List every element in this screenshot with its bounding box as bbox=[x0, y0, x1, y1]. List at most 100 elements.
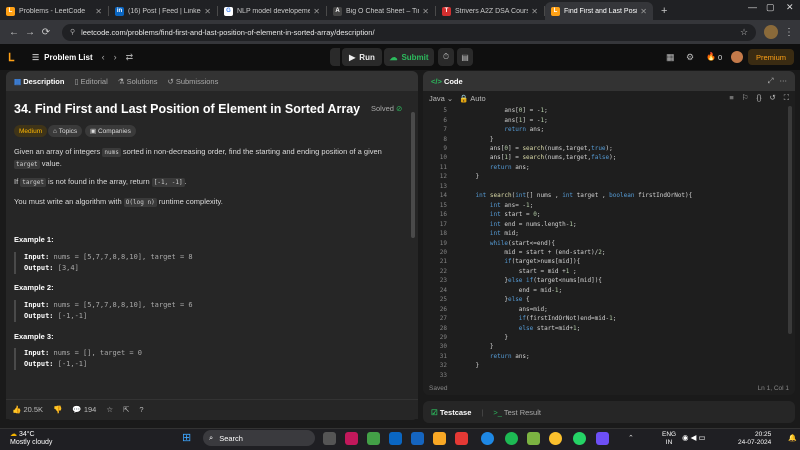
code-line[interactable]: 5 ans[0] = -1; bbox=[425, 106, 785, 115]
code-line[interactable]: 29 } bbox=[425, 333, 785, 342]
code-line[interactable]: 33 bbox=[425, 371, 785, 380]
code-line[interactable]: 27 if(firstIndOrNot)end=mid-1; bbox=[425, 314, 785, 323]
browser-tab[interactable]: T Strivers A2Z DSA Course/S✕ bbox=[436, 2, 544, 20]
language-select[interactable]: Java ⌄ bbox=[429, 94, 453, 103]
file-explorer-icon[interactable] bbox=[433, 432, 446, 445]
close-tab-icon[interactable]: ✕ bbox=[313, 7, 320, 16]
code-line[interactable]: 28 else start=mid+1; bbox=[425, 323, 785, 332]
back-icon[interactable]: ← bbox=[6, 27, 22, 38]
linkedin-taskbar-icon[interactable] bbox=[389, 432, 402, 445]
submit-button[interactable]: ☁ Submit bbox=[384, 48, 434, 66]
code-line[interactable]: 17 int end = nums.length-1; bbox=[425, 219, 785, 228]
code-line[interactable]: 30 } bbox=[425, 342, 785, 351]
layout-icon[interactable]: ▦ bbox=[666, 52, 675, 63]
notifications-icon[interactable]: 🔔 bbox=[788, 434, 797, 442]
favorite-star-icon[interactable]: ☆ bbox=[106, 405, 113, 414]
reset-icon[interactable]: ↺ bbox=[769, 93, 775, 103]
leetcode-logo-icon[interactable]: ᒪ bbox=[8, 51, 20, 64]
code-line[interactable]: 9 ans[0] = search(nums,target,true); bbox=[425, 144, 785, 153]
code-line[interactable]: 23 }else if(target<nums[mid]){ bbox=[425, 276, 785, 285]
close-tab-icon[interactable]: ✕ bbox=[95, 7, 102, 16]
close-tab-icon[interactable]: ✕ bbox=[422, 7, 429, 16]
share-icon[interactable]: ⇱ bbox=[123, 405, 129, 414]
code-line[interactable]: 16 int start = 0; bbox=[425, 210, 785, 219]
format-icon[interactable]: ≡ bbox=[729, 93, 733, 103]
code-line[interactable]: 10 ans[1] = search(nums,target,false); bbox=[425, 153, 785, 162]
difficulty-chip[interactable]: Medium bbox=[14, 125, 48, 137]
premium-button[interactable]: Premium bbox=[748, 49, 794, 65]
maximize-window-icon[interactable]: ▢ bbox=[766, 2, 775, 13]
tab-description[interactable]: ▤ Description bbox=[14, 77, 64, 86]
url-input[interactable]: ⚲ leetcode.com/problems/find-first-and-l… bbox=[61, 23, 757, 41]
code-line[interactable]: 25 }else { bbox=[425, 295, 785, 304]
notes-icon[interactable]: ▤ bbox=[457, 48, 473, 66]
streak-icon[interactable]: 🔥 bbox=[706, 52, 716, 61]
tab-submissions[interactable]: ↺ Submissions bbox=[167, 77, 218, 86]
code-line[interactable]: 21 if(target>nums[mid]){ bbox=[425, 257, 785, 266]
debug-handle[interactable] bbox=[330, 48, 340, 66]
new-tab-icon[interactable]: + bbox=[653, 5, 675, 20]
tab-editorial[interactable]: ▯ Editorial bbox=[74, 77, 107, 86]
code-line[interactable]: 26 ans=mid; bbox=[425, 304, 785, 313]
forward-icon[interactable]: → bbox=[22, 27, 38, 38]
browser-tab[interactable]: G NLP model developement ✕ bbox=[218, 2, 326, 20]
network-volume-battery-icons[interactable]: ◉ ◀ ▭ bbox=[682, 433, 706, 442]
timer-icon[interactable]: ⏱ bbox=[438, 48, 454, 66]
description-scrollbar[interactable] bbox=[411, 112, 415, 238]
task-view-icon[interactable] bbox=[323, 432, 336, 445]
code-line[interactable]: 24 end = mid-1; bbox=[425, 286, 785, 295]
close-tab-icon[interactable]: ✕ bbox=[531, 7, 538, 16]
code-tab[interactable]: </> Code bbox=[431, 77, 463, 86]
user-avatar[interactable] bbox=[731, 51, 743, 63]
code-line[interactable]: 11 return ans; bbox=[425, 163, 785, 172]
comments-button[interactable]: 💬 194 bbox=[72, 405, 96, 414]
close-tab-icon[interactable]: ✕ bbox=[640, 7, 647, 16]
code-scrollbar[interactable] bbox=[788, 106, 792, 334]
code-line[interactable]: 6 ans[1] = -1; bbox=[425, 115, 785, 124]
app-icon-2[interactable] bbox=[367, 432, 380, 445]
profile-avatar[interactable] bbox=[764, 25, 779, 39]
site-info-icon[interactable]: ⚲ bbox=[70, 28, 75, 36]
code-line[interactable]: 15 int ans= -1; bbox=[425, 201, 785, 210]
whatsapp-icon[interactable] bbox=[573, 432, 586, 445]
bookmark-icon[interactable]: ⚐ bbox=[742, 93, 749, 103]
tab-testcase[interactable]: ☑ Testcase bbox=[431, 408, 471, 417]
browser-menu-icon[interactable]: ⋮ bbox=[784, 27, 794, 38]
close-window-icon[interactable]: ✕ bbox=[786, 2, 794, 13]
code-line[interactable]: 13 bbox=[425, 182, 785, 191]
code-line[interactable]: 32 } bbox=[425, 361, 785, 370]
minimize-icon[interactable]: — bbox=[748, 2, 757, 12]
app-icon-3[interactable] bbox=[411, 432, 424, 445]
shuffle-icon[interactable]: ⇄ bbox=[126, 52, 134, 63]
problem-list-button[interactable]: ☰ Problem List bbox=[32, 53, 93, 62]
auto-mode-toggle[interactable]: 🔒 Auto bbox=[459, 94, 485, 103]
braces-icon[interactable]: {} bbox=[756, 93, 761, 103]
chrome-icon[interactable] bbox=[549, 432, 562, 445]
browser-tab[interactable]: L Find First and Last Position✕ bbox=[545, 2, 653, 20]
spotify-icon[interactable] bbox=[505, 432, 518, 445]
help-icon[interactable]: ? bbox=[139, 405, 143, 414]
code-line[interactable]: 20 mid = start + (end-start)/2; bbox=[425, 248, 785, 257]
windows-start-icon[interactable]: ⊞ bbox=[182, 431, 191, 444]
bookmark-star-icon[interactable]: ☆ bbox=[740, 27, 748, 38]
run-button[interactable]: ▶ Run bbox=[342, 48, 382, 66]
taskbar-search[interactable]: ⌕ Search bbox=[203, 430, 315, 446]
app-icon-6[interactable] bbox=[596, 432, 609, 445]
more-options-icon[interactable]: ⋯ bbox=[780, 76, 788, 86]
code-line[interactable]: 14 int search(int[] nums , int target , … bbox=[425, 191, 785, 200]
browser-tab[interactable]: A Big O Cheat Sheet – Time ✕ bbox=[327, 2, 435, 20]
tab-solutions[interactable]: ⚗ Solutions bbox=[118, 77, 158, 86]
app-icon-5[interactable] bbox=[527, 432, 540, 445]
next-problem-icon[interactable]: › bbox=[114, 52, 117, 62]
browser-tab[interactable]: in (16) Post | Feed | LinkedIn✕ bbox=[109, 2, 217, 20]
weather-widget[interactable]: ☁ 34°C Mostly cloudy bbox=[10, 431, 52, 447]
code-line[interactable]: 22 start = mid +1 ; bbox=[425, 267, 785, 276]
like-button[interactable]: 👍 20.5K bbox=[12, 405, 43, 414]
prev-problem-icon[interactable]: ‹ bbox=[102, 52, 105, 62]
code-line[interactable]: 19 while(start<=end){ bbox=[425, 238, 785, 247]
dislike-icon[interactable]: 👎 bbox=[53, 405, 62, 414]
settings-icon[interactable]: ⚙ bbox=[686, 52, 694, 63]
companies-chip[interactable]: ▣ Companies bbox=[85, 125, 136, 137]
app-icon-1[interactable] bbox=[345, 432, 358, 445]
maximize-icon[interactable]: ⤢ bbox=[768, 76, 774, 86]
